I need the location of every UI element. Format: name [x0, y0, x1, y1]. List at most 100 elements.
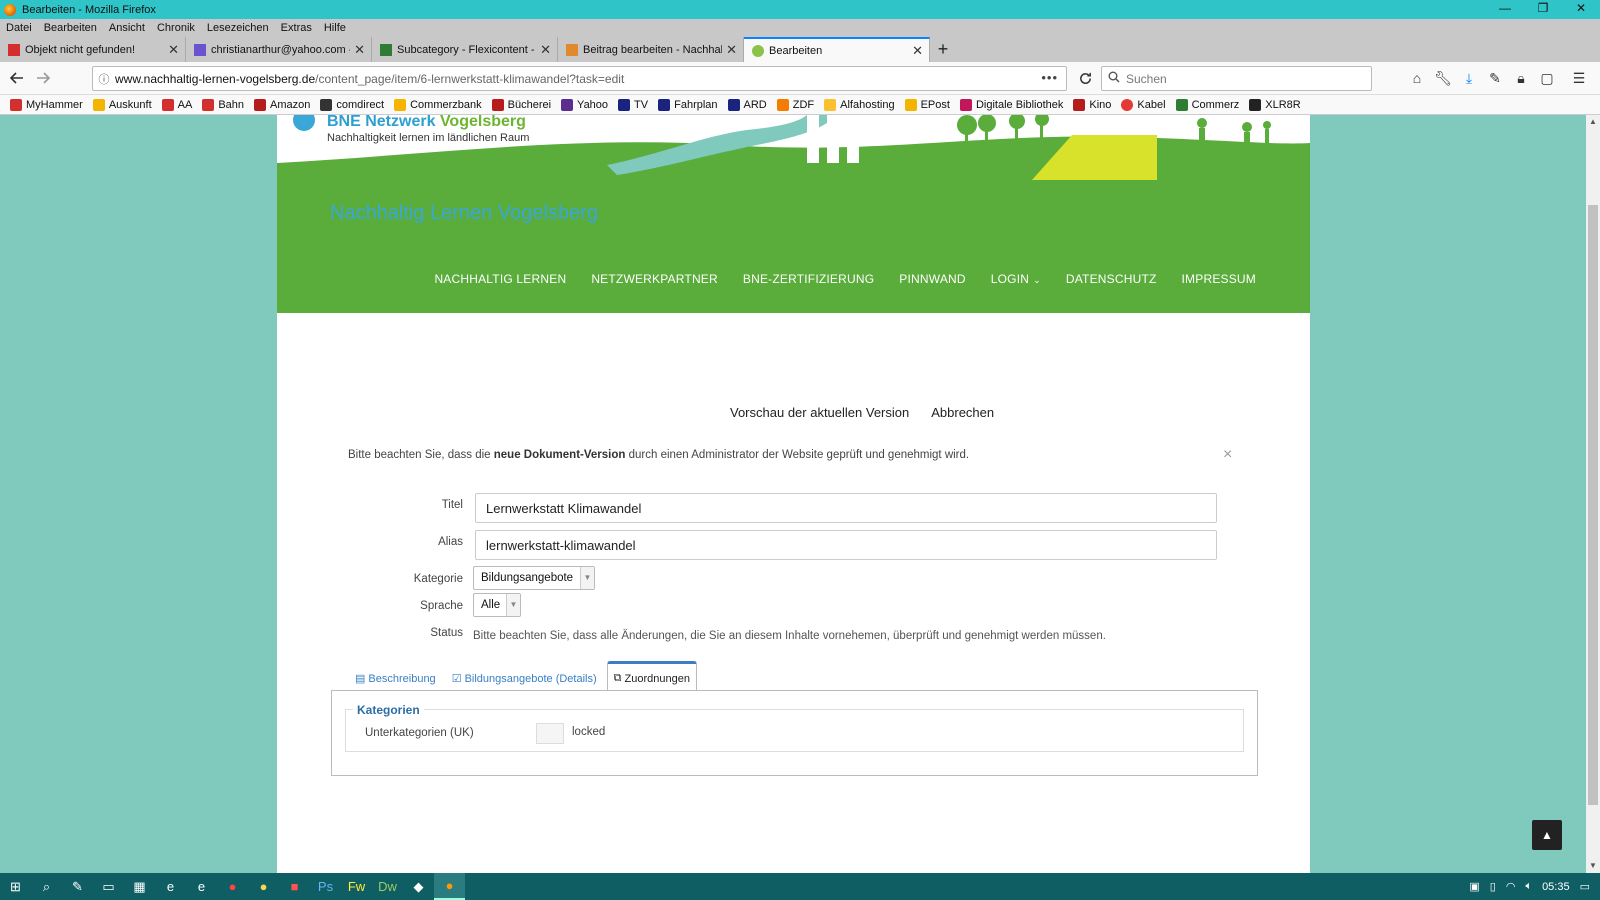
bookmark-item[interactable]: Bahn	[202, 98, 244, 111]
nav-datenschutz[interactable]: DATENSCHUTZ	[1066, 272, 1157, 286]
reload-button[interactable]	[1073, 66, 1097, 90]
wifi-icon[interactable]: ◠	[1506, 880, 1516, 893]
tray-icon[interactable]: ▣	[1469, 880, 1479, 893]
nav-nachhaltig-lernen[interactable]: NACHHALTIG LERNEN	[434, 272, 566, 286]
bookmark-item[interactable]: ZDF	[776, 98, 814, 111]
bookmark-item[interactable]: ARD	[727, 98, 767, 111]
lock-icon[interactable]: 🔒︎	[1508, 66, 1534, 90]
category-select[interactable]: Bildungsangebote ▼	[473, 566, 595, 590]
bookmark-item[interactable]: MyHammer	[10, 98, 83, 111]
close-tab-icon[interactable]: ✕	[912, 43, 923, 59]
bookmark-item[interactable]: TV	[618, 98, 648, 111]
bookmark-item[interactable]: Commerzbank	[394, 98, 482, 111]
language-select[interactable]: Alle ▼	[473, 593, 521, 617]
bookmark-item[interactable]: Amazon	[254, 98, 310, 111]
tab-beschreibung[interactable]: ▤ Beschreibung	[349, 664, 442, 691]
app-icon[interactable]: ◆	[403, 873, 434, 900]
title-field[interactable]: Lernwerkstatt Klimawandel	[475, 493, 1217, 523]
bookmark-item[interactable]: Auskunft	[92, 98, 152, 111]
scroll-up-icon[interactable]: ▲	[1586, 115, 1600, 129]
page-scrollbar[interactable]: ▲ ▼	[1586, 115, 1600, 873]
bookmark-item[interactable]: Bücherei	[491, 98, 551, 111]
search-icon[interactable]: ⌕	[31, 873, 62, 900]
maximize-button[interactable]: ❐	[1524, 0, 1562, 19]
browser-tab[interactable]: Beitrag bearbeiten - Nachhaltig ✕	[558, 37, 744, 62]
close-icon[interactable]: ×	[1223, 446, 1232, 464]
bookmark-item[interactable]: Kabel	[1121, 98, 1166, 111]
bookmark-item[interactable]: Yahoo	[561, 98, 608, 111]
notifications-icon[interactable]: ▭	[1580, 880, 1590, 893]
close-tab-icon[interactable]: ✕	[168, 42, 179, 58]
nav-bne-zertifizierung[interactable]: BNE-ZERTIFIZIERUNG	[743, 272, 874, 286]
site-info-icon[interactable]: ⓘ	[93, 71, 115, 87]
nav-netzwerkpartner[interactable]: NETZWERKPARTNER	[591, 272, 718, 286]
bookmark-item[interactable]: Commerz	[1175, 98, 1239, 111]
subcategory-field[interactable]	[536, 723, 564, 744]
app-icon[interactable]: ▦	[124, 873, 155, 900]
bookmark-item[interactable]: AA	[161, 98, 192, 111]
url-bar[interactable]: ⓘ www.nachhaltig-lernen-vogelsberg.de /c…	[92, 66, 1067, 91]
clock[interactable]: 05:35	[1542, 881, 1570, 893]
browser-tab[interactable]: christianarthur@yahoo.com - Y ✕	[186, 37, 372, 62]
close-tab-icon[interactable]: ✕	[540, 42, 551, 58]
bookmark-item[interactable]: Alfahosting	[824, 98, 895, 111]
bookmark-item[interactable]: EPost	[904, 98, 950, 111]
new-tab-button[interactable]: +	[930, 37, 956, 62]
eyedropper-icon[interactable]: ✎	[1482, 66, 1508, 90]
download-icon[interactable]: ⤓	[1456, 66, 1482, 90]
photoshop-icon[interactable]: Ps	[310, 873, 341, 900]
dreamweaver-icon[interactable]: Dw	[372, 873, 403, 900]
nav-impressum[interactable]: IMPRESSUM	[1182, 272, 1256, 286]
browser-tab[interactable]: Objekt nicht gefunden! ✕	[0, 37, 186, 62]
close-window-button[interactable]: ✕	[1562, 0, 1600, 19]
menu-ansicht[interactable]: Ansicht	[109, 22, 145, 34]
scrollbar-thumb[interactable]	[1588, 205, 1598, 805]
cancel-button[interactable]: Abbrechen	[931, 405, 994, 420]
page-actions-icon[interactable]: •••	[1041, 70, 1058, 85]
home-icon[interactable]: ⌂	[1404, 66, 1430, 90]
opera-icon[interactable]: ●	[217, 873, 248, 900]
brand-title[interactable]: BNE Netzwerk Vogelsberg	[327, 115, 526, 131]
minimize-button[interactable]: —	[1486, 0, 1524, 19]
screenshot-icon[interactable]: ▢	[1534, 66, 1560, 90]
hamburger-menu-icon[interactable]: ☰	[1566, 66, 1592, 90]
edge-icon[interactable]: e	[186, 873, 217, 900]
browser-tab-active[interactable]: Bearbeiten ✕	[744, 37, 930, 62]
firefox-taskbar-icon[interactable]: ●	[434, 873, 465, 900]
wrench-icon[interactable]: 🔧︎	[1430, 66, 1456, 90]
bookmark-item[interactable]: Fahrplan	[658, 98, 718, 111]
windows-start-icon[interactable]: ⊞	[0, 873, 31, 900]
tab-zuordnungen[interactable]: ⧉ Zuordnungen	[606, 661, 697, 692]
scroll-to-top-button[interactable]: ▲	[1532, 820, 1562, 850]
menu-lesezeichen[interactable]: Lesezeichen	[207, 22, 269, 34]
battery-icon[interactable]: ▯	[1490, 880, 1496, 893]
scroll-down-icon[interactable]: ▼	[1586, 859, 1600, 873]
tab-bildungsangebote-details[interactable]: ☑ Bildungsangebote (Details)	[446, 664, 603, 691]
menu-datei[interactable]: Datei	[6, 22, 32, 34]
search-input[interactable]: Suchen	[1101, 66, 1372, 91]
menu-chronik[interactable]: Chronik	[157, 22, 195, 34]
ie-icon[interactable]: e	[155, 873, 186, 900]
bookmark-item[interactable]: Digitale Bibliothek	[959, 98, 1063, 111]
file-explorer-icon[interactable]: ▭	[93, 873, 124, 900]
bookmark-item[interactable]: Kino	[1073, 98, 1111, 111]
preview-button[interactable]: Vorschau der aktuellen Version	[730, 405, 909, 420]
nav-pinnwand[interactable]: PINNWAND	[899, 272, 966, 286]
menu-hilfe[interactable]: Hilfe	[324, 22, 346, 34]
close-tab-icon[interactable]: ✕	[726, 42, 737, 58]
nav-login[interactable]: LOGIN ⌄	[991, 272, 1041, 286]
fireworks-icon[interactable]: Fw	[341, 873, 372, 900]
menu-bearbeiten[interactable]: Bearbeiten	[44, 22, 97, 34]
filezilla-icon[interactable]: ■	[279, 873, 310, 900]
bookmark-item[interactable]: comdirect	[320, 98, 384, 111]
alias-field[interactable]: lernwerkstatt-klimawandel	[475, 530, 1217, 560]
app-icon[interactable]: ✎	[62, 873, 93, 900]
bookmark-item[interactable]: XLR8R	[1249, 98, 1301, 111]
forward-button[interactable]	[30, 65, 56, 91]
browser-tab[interactable]: Subcategory - Flexicontent - Fl ✕	[372, 37, 558, 62]
volume-icon[interactable]: 🔈︎	[1525, 880, 1532, 893]
close-tab-icon[interactable]: ✕	[354, 42, 365, 58]
menu-extras[interactable]: Extras	[281, 22, 312, 34]
back-button[interactable]	[4, 65, 30, 91]
chrome-icon[interactable]: ●	[248, 873, 279, 900]
